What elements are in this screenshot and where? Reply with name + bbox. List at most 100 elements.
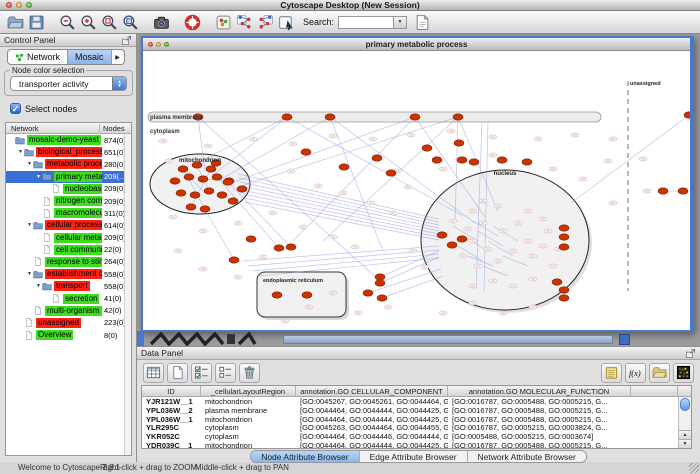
tree-row-biological-process[interactable]: ▼ biological_process651(0) (6, 146, 124, 158)
resize-grip[interactable] (689, 463, 699, 473)
vizmapper-button[interactable] (213, 12, 234, 32)
attribute-editor-button[interactable] (601, 363, 622, 383)
float-icon[interactable] (685, 348, 697, 359)
table-scrollbar[interactable]: ▲ ▼ (678, 397, 691, 448)
formula-builder-button[interactable]: f(x) (625, 363, 646, 383)
tree-label: biological_process (36, 147, 102, 157)
toolbar-right (412, 12, 433, 32)
attribute-table-button[interactable] (143, 363, 164, 383)
tree-row-unassigned[interactable]: unassigned223(0) (6, 317, 124, 329)
tree-row-overview[interactable]: Overview8(0) (6, 329, 124, 341)
tab-overflow-arrow-icon[interactable]: ▶ (112, 50, 124, 64)
frame-maximize-button[interactable] (164, 42, 169, 47)
tree-row-transport[interactable]: ▼transport558(0) (6, 280, 124, 292)
tree-row-response-to-stimulu[interactable]: response to stimulu264(0) (6, 256, 124, 268)
tree-row-macromolecule[interactable]: macromolecule311(0) (6, 207, 124, 219)
tab-network-attribute-browser[interactable]: Network Attribute Browser (468, 451, 586, 462)
help-button[interactable] (182, 12, 203, 32)
column-header-_cellularLayoutRegion[interactable]: _cellularLayoutRegion (201, 386, 296, 396)
column-header-ID[interactable]: ID (142, 386, 201, 396)
network-view-titlebar[interactable]: primary metabolic process (143, 38, 690, 51)
float-icon[interactable] (121, 35, 133, 46)
tree-row-primary-metabo[interactable]: ▼primary metabo209(... (6, 171, 124, 183)
combobox-stepper-icon[interactable]: ▲▼ (112, 77, 126, 90)
scroll-down-icon[interactable]: ▼ (679, 439, 691, 448)
layout-a-button[interactable] (234, 12, 255, 32)
expander-icon[interactable]: ▼ (26, 222, 33, 228)
tree-row-mosaic-demo-yeast[interactable]: mosaic-demo-yeast874(0) (6, 134, 124, 146)
node-color-selection-group: Node color selection transporter activit… (4, 70, 133, 96)
table-row[interactable]: YLR295Ccytoplasm[GO:0045263, GO:0044464,… (142, 423, 691, 432)
table-row[interactable]: YDR039C__1mitochondrion[GO:0044464, GO:0… (142, 441, 691, 449)
column-header-blank[interactable] (631, 386, 678, 396)
annotation-button[interactable] (412, 12, 433, 32)
tree-row-multi-organism-pro[interactable]: multi-organism pro42(0) (6, 305, 124, 317)
file-icon (33, 306, 45, 315)
table-row[interactable]: YKR052Ccytoplasm[GO:0044464, GO:0044446,… (142, 432, 691, 441)
delete-attribute-button[interactable] (239, 363, 260, 383)
minimized-window-bar[interactable] (283, 335, 613, 344)
select-mode-button[interactable] (276, 12, 297, 32)
zoom-in-button[interactable] (78, 12, 99, 32)
node-count: 42(0) (104, 306, 122, 315)
tree-row-secretion[interactable]: secretion41(0) (6, 292, 124, 304)
tree-row-cellular-metabo[interactable]: cellular metabo209(0) (6, 232, 124, 244)
table-row[interactable]: YPL036W__2plasma membrane[GO:0044464, GO… (142, 406, 691, 415)
data-panel-toolbar: f(x) (137, 360, 700, 385)
tree-row-cell-communicat[interactable]: cell communicat22(0) (6, 244, 124, 256)
zoom-selected-icon (122, 14, 139, 31)
select-attributes-button[interactable] (191, 363, 212, 383)
import-attributes-button[interactable] (649, 363, 670, 383)
folder-icon (42, 282, 54, 291)
network-graph[interactable]: plasma membranecytoplasmmitochondrionnuc… (143, 51, 690, 330)
network-canvas[interactable]: plasma membranecytoplasmmitochondrionnuc… (143, 51, 690, 330)
tree-row-metabolic-process[interactable]: ▼metabolic process280(0) (6, 158, 124, 170)
network-view-frame: primary metabolic process plasma membran… (141, 36, 694, 332)
zoom-fit-button[interactable] (99, 12, 120, 32)
new-attribute-button[interactable] (167, 363, 188, 383)
search-dropdown-button[interactable]: ▼ (394, 16, 407, 29)
window-titlebar: Cytoscape Desktop (New Session) (0, 0, 700, 11)
table-row[interactable]: YPL036W__1mitochondrion[GO:0044464, GO:0… (142, 415, 691, 424)
save-button[interactable] (26, 12, 47, 32)
unselect-attributes-button[interactable] (215, 363, 236, 383)
node-count: 209(0) (104, 197, 124, 206)
tree-row-cellular-process[interactable]: ▼cellular process614(0) (6, 219, 124, 231)
tree-col-divider[interactable] (99, 124, 100, 132)
select-nodes-checkbox[interactable]: ✓ (10, 103, 21, 114)
node-count: 264(0) (104, 257, 124, 266)
expander-icon[interactable]: ▼ (35, 283, 42, 289)
expander-icon[interactable]: ▼ (17, 149, 24, 155)
attribute-matrix-button[interactable] (673, 363, 694, 383)
zoom-out-button[interactable] (57, 12, 78, 32)
tree-label: establishment of lo (45, 269, 102, 279)
node-color-combobox[interactable]: transporter activity ▲▼ (10, 76, 127, 91)
layout-b-button[interactable] (255, 12, 276, 32)
tree-row-establishment-of-lo[interactable]: ▼establishment of lo558(0) (6, 268, 124, 280)
column-header-annotation.GO CELLULAR_COMPONENT[interactable]: annotation.GO CELLULAR_COMPONENT (296, 386, 448, 396)
column-header-annotation.GO MOLECULAR_FUNCTION[interactable]: annotation.GO MOLECULAR_FUNCTION (448, 386, 631, 396)
tree-scrollbar[interactable] (124, 134, 131, 455)
tab-mosaic[interactable]: Mosaic (68, 50, 112, 64)
tab-network[interactable]: Network (8, 50, 68, 64)
tree-label: cellular metabo (54, 233, 102, 243)
open-button[interactable] (5, 12, 26, 32)
frame-minimize-button[interactable] (156, 42, 161, 47)
scroll-up-icon[interactable]: ▲ (679, 430, 691, 439)
expander-icon[interactable]: ▼ (26, 271, 33, 277)
search-input[interactable] (338, 16, 394, 29)
frame-close-button[interactable] (148, 42, 153, 47)
network-icon (15, 53, 24, 62)
tab-node-attribute-browser[interactable]: Node Attribute Browser (251, 451, 359, 462)
expander-icon[interactable]: ▼ (35, 174, 42, 180)
expander-icon[interactable]: ▼ (26, 161, 33, 167)
tree-row-nitrogen-compo[interactable]: nitrogen compo209(0) (6, 195, 124, 207)
data-panel-title: Data Panel (141, 348, 183, 358)
tree-row-nucleobase-[interactable]: nucleobase-209(0) (6, 183, 124, 195)
node-count: 651(0) (104, 148, 124, 157)
table-row[interactable]: YJR121W__1mitochondrion[GO:0045267, GO:0… (142, 397, 691, 406)
scrollbar-thumb[interactable] (680, 398, 690, 411)
zoom-selected-button[interactable] (120, 12, 141, 32)
tab-edge-attribute-browser[interactable]: Edge Attribute Browser (360, 451, 468, 462)
snapshot-button[interactable] (151, 12, 172, 32)
